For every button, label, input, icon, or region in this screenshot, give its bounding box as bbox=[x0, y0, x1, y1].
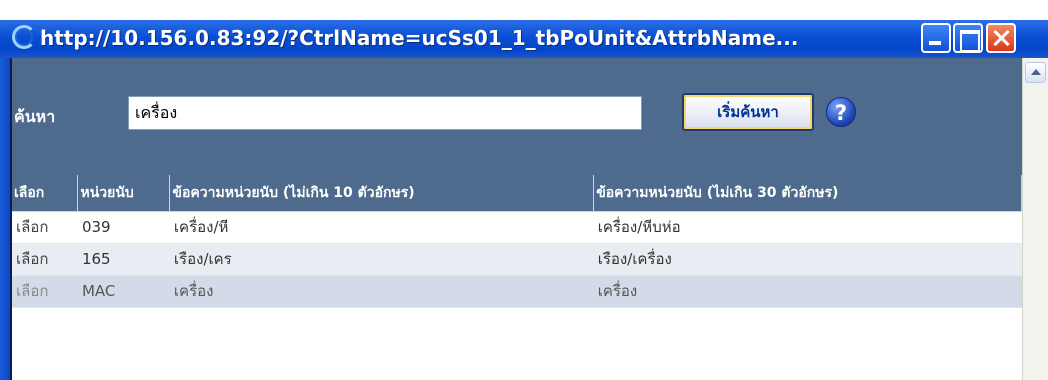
unit-table: เลือก หน่วยนับ ข้อความหน่วยนับ (ไม่เกิน … bbox=[12, 175, 1022, 308]
header-pick: เลือก bbox=[12, 175, 79, 212]
page-content: ค้นหา เริ่มค้นหา ? เลือก หน่วยนับ ข้อควา… bbox=[10, 58, 1022, 380]
title-bar[interactable]: http://10.156.0.83:92/?CtrlName=ucSs01_1… bbox=[0, 0, 1048, 58]
table-header-row: เลือก หน่วยนับ ข้อความหน่วยนับ (ไม่เกิน … bbox=[12, 175, 1022, 212]
unit-text30: เรือง/เครื่อง bbox=[593, 243, 1022, 276]
select-link[interactable]: เลือก bbox=[12, 275, 78, 308]
header-unit: หน่วยนับ bbox=[77, 175, 171, 212]
search-panel: ค้นหา เริ่มค้นหา ? bbox=[12, 58, 1022, 175]
start-search-button[interactable]: เริ่มค้นหา bbox=[682, 93, 814, 131]
header-text30: ข้อความหน่วยนับ (ไม่เกิน 30 ตัวอักษร) bbox=[593, 175, 1022, 212]
unit-text10: เครื่อง bbox=[169, 275, 594, 308]
popup-window: http://10.156.0.83:92/?CtrlName=ucSs01_1… bbox=[0, 0, 1048, 380]
vertical-scrollbar[interactable] bbox=[1022, 58, 1048, 380]
window-title: http://10.156.0.83:92/?CtrlName=ucSs01_1… bbox=[40, 26, 799, 50]
scroll-up-arrow-icon[interactable] bbox=[1025, 62, 1046, 83]
help-icon[interactable]: ? bbox=[826, 97, 856, 127]
search-input[interactable] bbox=[128, 96, 642, 130]
maximize-button[interactable] bbox=[953, 23, 983, 53]
unit-code: 165 bbox=[77, 243, 170, 276]
unit-text30: เครื่อง/หีบห่อ bbox=[593, 211, 1022, 244]
header-text10: ข้อความหน่วยนับ (ไม่เกิน 10 ตัวอักษร) bbox=[169, 175, 595, 212]
table-row: เลือก MAC เครื่อง เครื่อง bbox=[12, 275, 1022, 308]
unit-code: MAC bbox=[77, 275, 170, 308]
unit-text10: เรือง/เคร bbox=[169, 243, 594, 276]
unit-code: 039 bbox=[77, 211, 170, 244]
minimize-button[interactable] bbox=[921, 23, 951, 53]
select-link[interactable]: เลือก bbox=[12, 243, 78, 276]
ie-browser-icon bbox=[12, 25, 36, 49]
table-row: เลือก 039 เครื่อง/หี เครื่อง/หีบห่อ bbox=[12, 211, 1022, 244]
table-row: เลือก 165 เรือง/เคร เรือง/เครื่อง bbox=[12, 243, 1022, 276]
unit-text30: เครื่อง bbox=[593, 275, 1022, 308]
unit-text10: เครื่อง/หี bbox=[169, 211, 594, 244]
window-frame-left bbox=[0, 58, 10, 380]
select-link[interactable]: เลือก bbox=[12, 211, 78, 244]
close-button[interactable] bbox=[986, 23, 1016, 53]
search-label: ค้นหา bbox=[14, 107, 56, 126]
